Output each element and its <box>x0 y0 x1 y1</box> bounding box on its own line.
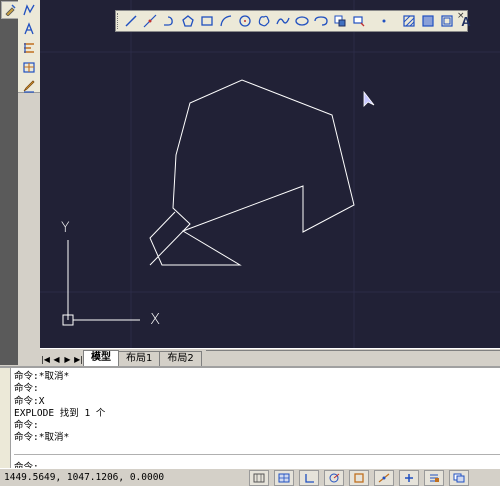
text-style-icon[interactable] <box>20 20 38 38</box>
tab-layout2[interactable]: 布局2 <box>159 351 202 366</box>
lineweight-icon[interactable] <box>424 469 444 486</box>
command-history: 命令:*取消* 命令: 命令:X EXPLODE 找到 1 个 命令: 命令:*… <box>0 368 500 445</box>
otrack-icon[interactable] <box>374 469 394 486</box>
polygon-icon[interactable] <box>179 12 197 30</box>
polyline-icon[interactable] <box>160 12 178 30</box>
polar-icon[interactable] <box>324 469 344 486</box>
drawing-canvas[interactable]: Y X <box>40 0 500 348</box>
rectangle-icon[interactable] <box>198 12 216 30</box>
make-block-icon[interactable] <box>350 12 368 30</box>
insert-block-icon[interactable] <box>331 12 349 30</box>
horizontal-scrollbar[interactable] <box>205 350 500 366</box>
pencil-icon[interactable] <box>20 77 38 95</box>
spline-icon[interactable] <box>274 12 292 30</box>
grid <box>40 0 500 348</box>
command-history-line: 命令: <box>14 383 39 395</box>
command-history-line: EXPLODE 找到 1 个 <box>14 407 106 419</box>
tab-model[interactable]: 模型 <box>83 350 119 366</box>
command-history-line: 命令:*取消* <box>14 371 70 382</box>
command-window-grip[interactable] <box>0 368 11 468</box>
first-tab-icon[interactable]: |◀ <box>40 352 51 366</box>
ortho-icon[interactable] <box>299 469 319 486</box>
revision-cloud-icon[interactable] <box>255 12 273 30</box>
toolbar-grip[interactable] <box>117 13 121 29</box>
construction-line-icon[interactable] <box>141 12 159 30</box>
layout-tab-bar: |◀ ◀ ▶ ▶| 模型 布局1 布局2 <box>40 348 500 366</box>
ucs-icon <box>62 240 140 326</box>
snap-icon[interactable] <box>249 469 269 486</box>
match-properties-icon[interactable] <box>1 1 19 19</box>
left-tool-strip <box>0 0 19 365</box>
ucs-y-label: Y <box>61 220 70 236</box>
arc-icon[interactable] <box>217 12 235 30</box>
circle-icon[interactable] <box>236 12 254 30</box>
command-window: 命令:*取消* 命令: 命令:X EXPLODE 找到 1 个 命令: 命令:*… <box>0 366 500 473</box>
ellipse-arc-icon[interactable] <box>312 12 330 30</box>
osnap-icon[interactable] <box>349 469 369 486</box>
ucs-x-label: X <box>150 310 161 328</box>
ellipse-icon[interactable] <box>293 12 311 30</box>
grid-icon[interactable] <box>274 469 294 486</box>
command-history-line: 命令: <box>14 420 39 432</box>
next-tab-icon[interactable]: ▶ <box>62 352 73 366</box>
model-icon[interactable] <box>449 469 469 486</box>
mouse-cursor-icon <box>363 90 375 107</box>
line-icon[interactable] <box>122 12 140 30</box>
left-toolbar <box>18 0 41 93</box>
command-history-line: 命令:X <box>14 395 45 407</box>
region-icon[interactable] <box>438 12 456 30</box>
exploded-polyline[interactable] <box>149 79 355 266</box>
multiline-icon[interactable] <box>20 39 38 57</box>
table-icon[interactable] <box>20 58 38 76</box>
tab-layout1[interactable]: 布局1 <box>118 351 161 366</box>
ducs-icon[interactable] <box>399 469 419 486</box>
point-icon[interactable] <box>375 12 393 30</box>
coordinate-readout: 1449.5649, 1047.1206, 0.0000 <box>4 472 165 483</box>
prev-tab-icon[interactable]: ◀ <box>51 352 62 366</box>
dimension-icon[interactable] <box>20 1 38 19</box>
command-history-line: 命令:*取消* <box>14 432 70 444</box>
gradient-icon[interactable] <box>419 12 437 30</box>
hatch-icon[interactable] <box>400 12 418 30</box>
draw-toolbar: A × <box>115 10 471 32</box>
toolbar-close-icon[interactable]: × <box>457 12 465 21</box>
status-bar: 1449.5649, 1047.1206, 0.0000 <box>0 468 500 486</box>
